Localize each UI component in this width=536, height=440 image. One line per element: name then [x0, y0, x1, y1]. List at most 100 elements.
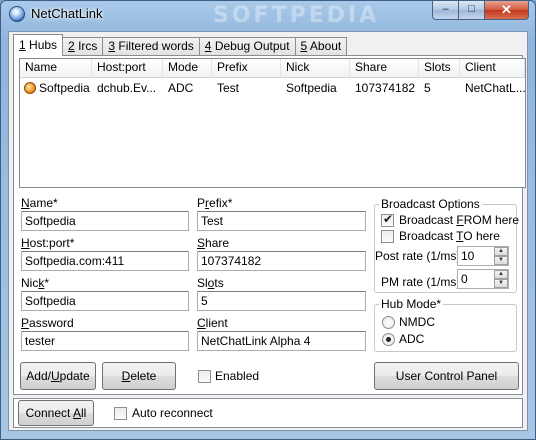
client-label-text: lient: [205, 316, 228, 330]
broadcast-from-checkbox[interactable]: [381, 212, 394, 227]
cell-mode: ADC: [168, 81, 194, 95]
column-header-name[interactable]: Name: [20, 59, 92, 77]
column-header-mode[interactable]: Mode: [163, 59, 212, 77]
prefix-label-pre: P: [197, 196, 206, 210]
tab-filtered-words[interactable]: 3 Filtered words: [102, 37, 200, 56]
add-update-text: pdate: [59, 369, 90, 383]
hub-mode-title: Hub Mode*: [379, 297, 444, 311]
delete-text: elete: [130, 369, 157, 383]
column-header-nick[interactable]: Nick: [281, 59, 350, 77]
cell-host-port: dchub.Ev...: [97, 81, 157, 95]
hubs-tab-panel: Name Host:port Mode Prefix Nick Share Sl…: [13, 55, 526, 395]
client-label: Client: [197, 316, 228, 330]
cell-prefix: Test: [217, 81, 240, 95]
name-field[interactable]: [21, 211, 189, 231]
client-field[interactable]: [197, 331, 366, 351]
pm-rate-value: 0: [461, 272, 468, 286]
nick-label-pre: Nic: [21, 276, 39, 290]
auto-reconnect-label[interactable]: Auto reconnect: [132, 406, 213, 420]
nmdc-radio[interactable]: [382, 316, 395, 329]
tab-ircs-accel: 2: [68, 39, 75, 53]
slots-label-text: ts: [214, 276, 224, 290]
cell-slots: 5: [424, 81, 431, 95]
minimize-button[interactable]: –: [432, 1, 459, 20]
column-header-prefix[interactable]: Prefix: [212, 59, 281, 77]
hub-list[interactable]: Name Host:port Mode Prefix Nick Share Sl…: [19, 58, 526, 188]
tab-ircs-label: Ircs: [74, 39, 98, 53]
prefix-field[interactable]: [197, 211, 366, 231]
tab-hubs-label: Hubs: [25, 38, 58, 52]
column-header-slots[interactable]: Slots: [419, 59, 460, 77]
broadcast-options-title: Broadcast Options: [379, 197, 482, 211]
broadcast-to-checkbox[interactable]: [381, 230, 394, 243]
column-header-host-port[interactable]: Host:port: [92, 59, 163, 77]
pm-rate-label: PM rate (1/ms): [381, 275, 461, 289]
tab-hubs[interactable]: 1 Hubs: [13, 34, 64, 56]
title-bar[interactable]: NetChatLink SOFTPEDIA – □ ✕: [1, 1, 535, 28]
share-label-text: hare: [205, 236, 230, 250]
maximize-button[interactable]: □: [459, 1, 485, 20]
post-rate-up-icon[interactable]: ▲: [494, 247, 508, 256]
broadcast-to-label[interactable]: Broadcast TO here: [399, 229, 500, 243]
slots-field[interactable]: [197, 291, 366, 311]
password-label-accel: P: [21, 316, 30, 330]
share-label-accel: S: [197, 236, 206, 250]
client-area: 1 Hubs 2 Ircs 3 Filtered words 4 Debug O…: [8, 31, 528, 431]
broadcast-from-text: ROM here: [463, 213, 520, 227]
prefix-label: Prefix*: [197, 196, 232, 210]
host-port-label-text: ost:port*: [29, 236, 75, 250]
adc-radio[interactable]: [382, 333, 395, 346]
name-label-text: ame*: [29, 196, 58, 210]
add-update-button[interactable]: Add/Update: [20, 362, 96, 390]
column-header-client[interactable]: Client: [460, 59, 525, 77]
connect-all-button[interactable]: Connect All: [18, 400, 94, 426]
nick-label-text: *: [44, 276, 50, 290]
watermark: SOFTPEDIA: [213, 3, 380, 28]
cell-name: Softpedia: [39, 81, 90, 95]
nmdc-radio-label[interactable]: NMDC: [399, 315, 435, 329]
close-button[interactable]: ✕: [485, 1, 529, 20]
share-field[interactable]: [197, 251, 366, 271]
broadcast-from-pre: Broadcast: [399, 213, 457, 227]
user-control-panel-button[interactable]: User Control Panel: [374, 362, 519, 390]
window-title: NetChatLink: [31, 6, 103, 21]
broadcast-from-label[interactable]: Broadcast FROM here: [399, 213, 519, 227]
tab-hubs-accel: 1: [19, 38, 26, 52]
pm-rate-up-icon[interactable]: ▲: [494, 270, 508, 279]
slots-label: Slots: [197, 276, 224, 290]
enabled-checkbox[interactable]: [198, 370, 211, 383]
connect-all-accel: A: [73, 406, 82, 420]
tab-about[interactable]: 5 About: [294, 37, 348, 56]
tab-debug-output-label: Debug Output: [211, 39, 290, 53]
pm-rate-spinner[interactable]: 0 ▲ ▼: [457, 269, 509, 289]
enabled-label[interactable]: Enabled: [215, 369, 259, 383]
connect-all-text: ll: [81, 406, 87, 420]
auto-reconnect-checkbox[interactable]: [114, 407, 127, 420]
netchatlink-app-icon[interactable]: [9, 6, 25, 22]
tab-debug-output[interactable]: 4 Debug Output: [198, 37, 296, 56]
share-label: Share: [197, 236, 229, 250]
password-label-text: assword: [29, 316, 74, 330]
broadcast-options-group: Broadcast Options Broadcast FROM here Br…: [374, 197, 519, 293]
post-rate-down-icon[interactable]: ▼: [494, 256, 508, 265]
hub-list-header: Name Host:port Mode Prefix Nick Share Sl…: [20, 59, 525, 78]
column-header-share[interactable]: Share: [350, 59, 419, 77]
tab-ircs[interactable]: 2 Ircs: [62, 37, 104, 56]
nick-field[interactable]: [21, 291, 189, 311]
tab-strip: 1 Hubs 2 Ircs 3 Filtered words 4 Debug O…: [13, 34, 348, 56]
broadcast-from-accel: F: [456, 213, 464, 227]
post-rate-spinner[interactable]: 10 ▲ ▼: [457, 246, 509, 266]
password-field[interactable]: [21, 331, 189, 351]
delete-accel: D: [121, 369, 131, 383]
host-port-field[interactable]: [21, 251, 189, 271]
table-row[interactable]: Softpedia dchub.Ev... ADC Test Softpedia…: [20, 79, 525, 97]
broadcast-to-text: O here: [463, 229, 500, 243]
host-port-label: Host:port*: [21, 236, 74, 250]
tab-about-label: About: [307, 39, 342, 53]
adc-radio-label[interactable]: ADC: [399, 332, 424, 346]
post-rate-spin-buttons: ▲ ▼: [494, 247, 508, 265]
post-rate-value: 10: [461, 249, 475, 263]
pm-rate-down-icon[interactable]: ▼: [494, 279, 508, 288]
delete-button[interactable]: Delete: [102, 362, 176, 390]
cell-nick: Softpedia: [286, 81, 337, 95]
